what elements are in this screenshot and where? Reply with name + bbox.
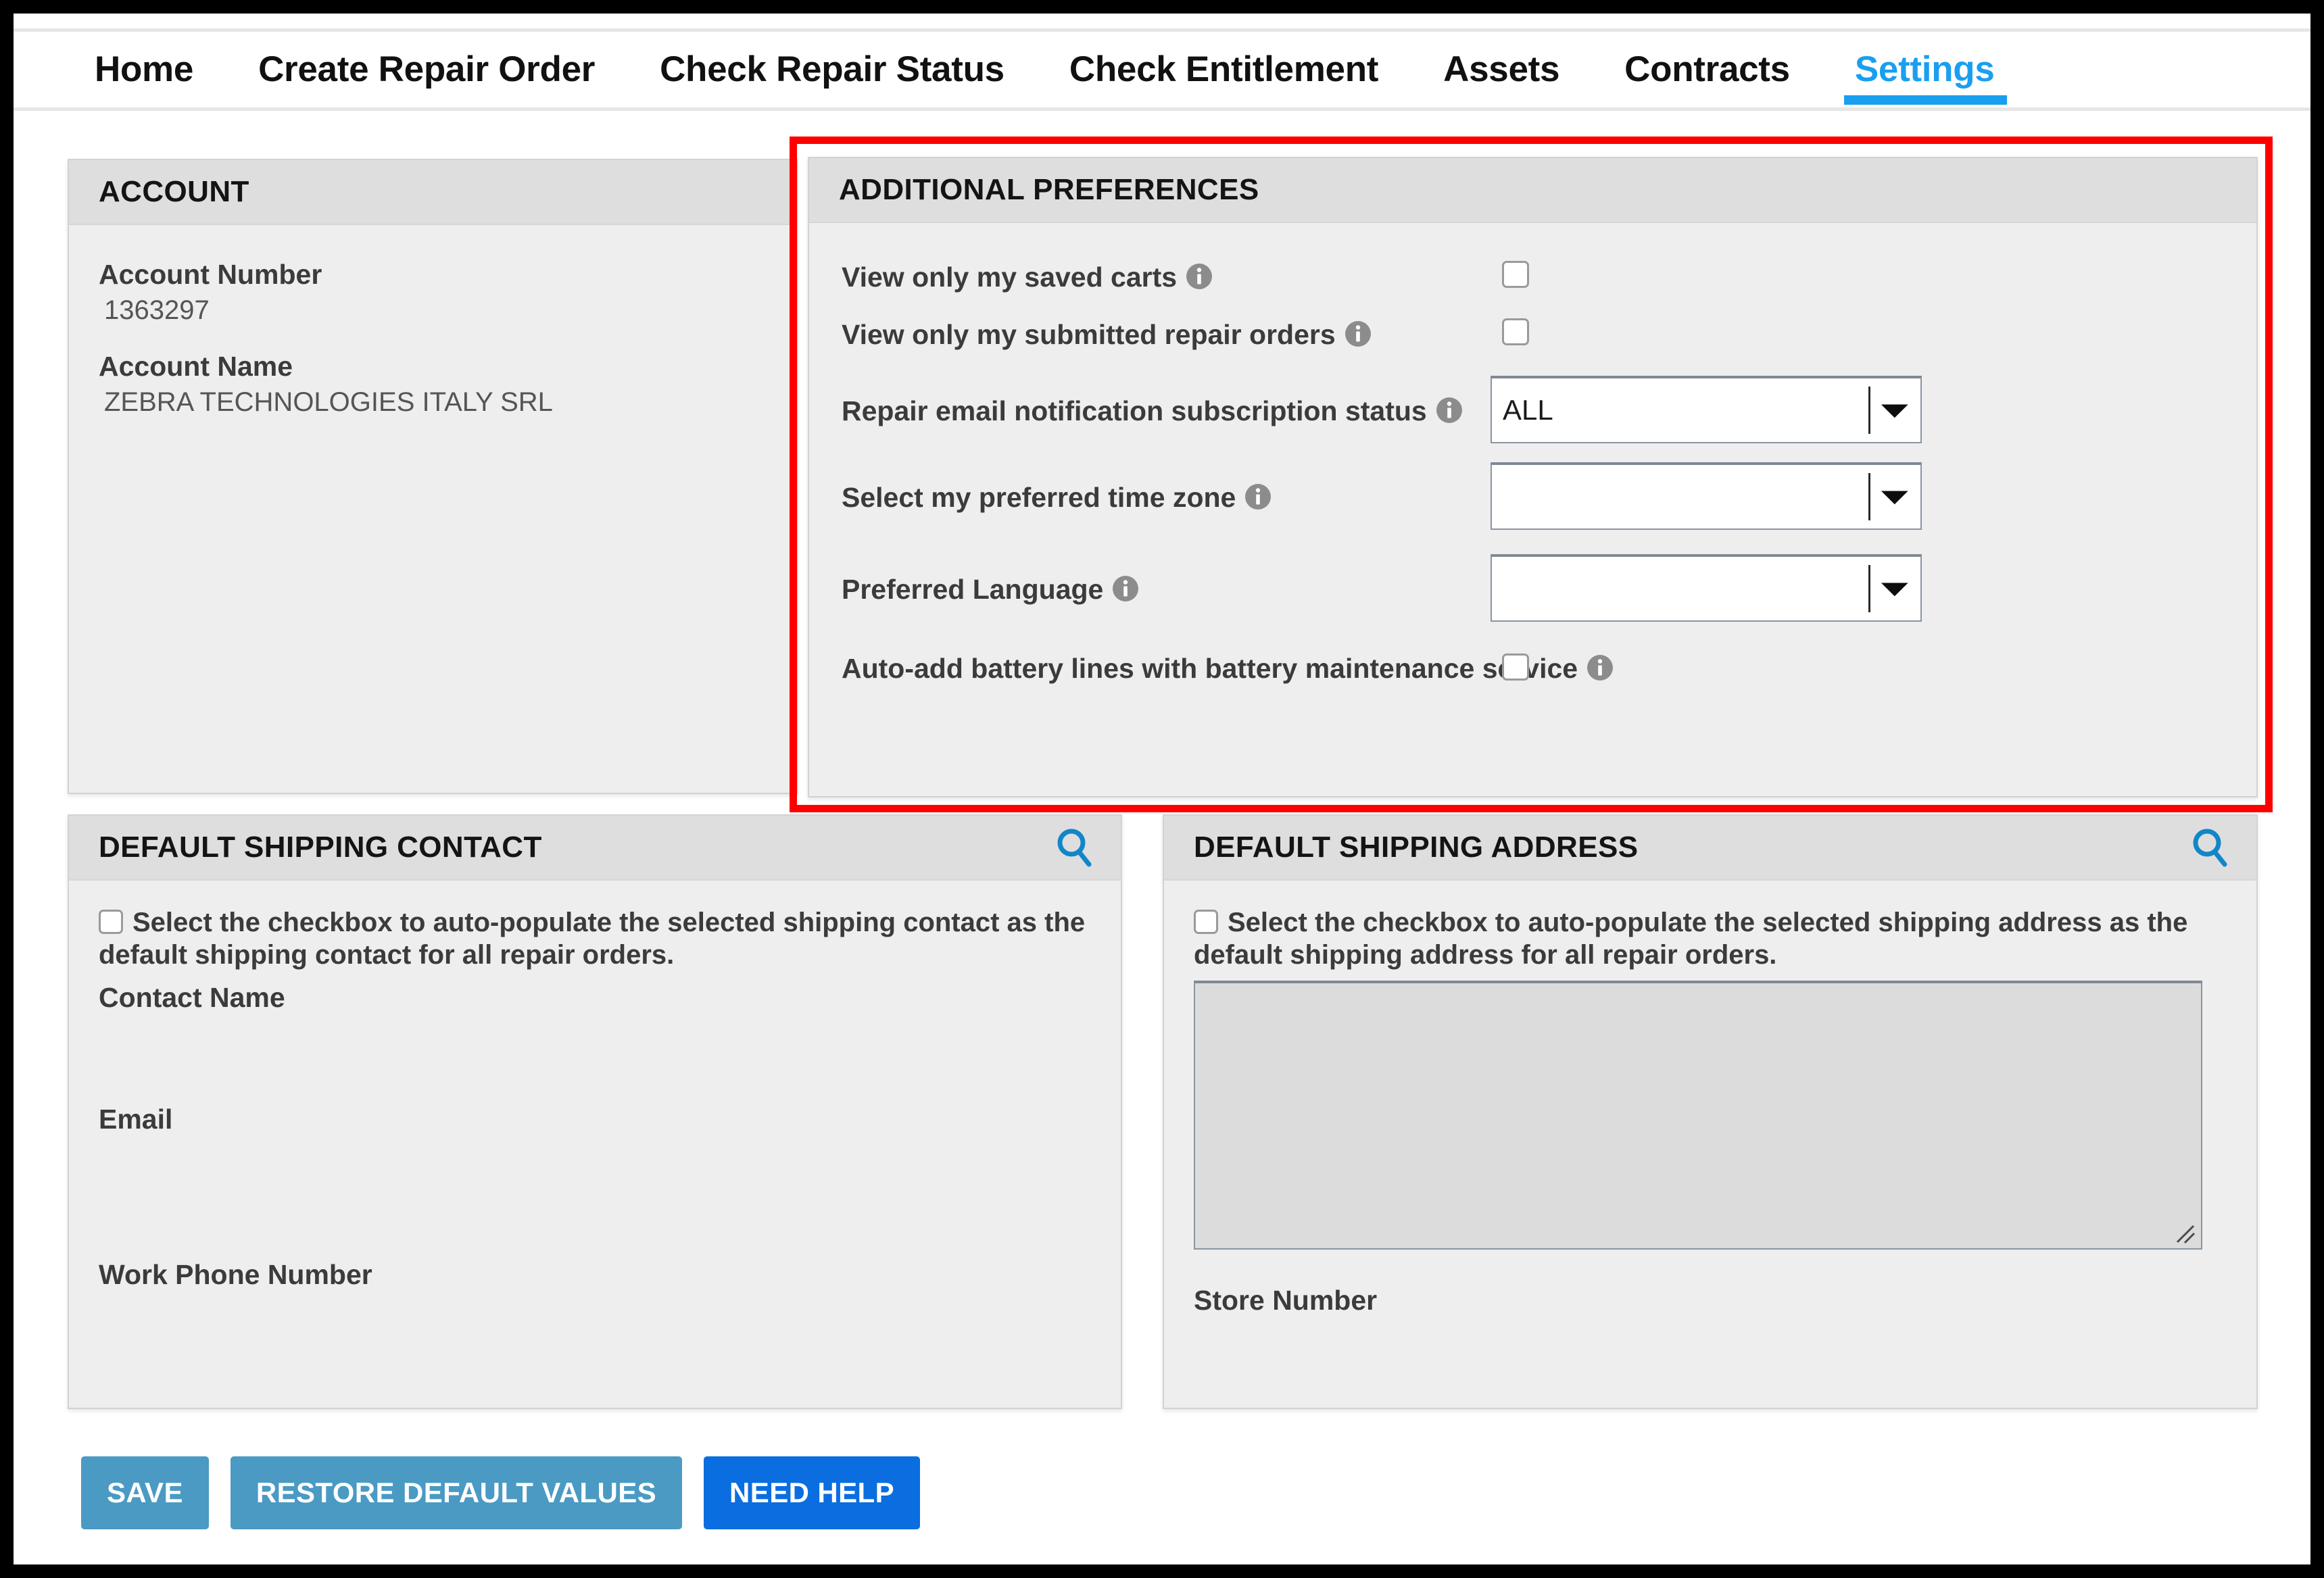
info-icon[interactable] [1185,262,1213,291]
action-button-bar: SAVE RESTORE DEFAULT VALUES NEED HELP [81,1456,942,1529]
search-icon[interactable] [1053,827,1095,868]
dropdown-preferred-language[interactable]: ⏷ [1491,554,1922,622]
pref-text-submitted-orders: View only my submitted repair orders [842,319,1336,350]
additional-preferences-panel: ADDITIONAL PREFERENCES View only my save… [808,157,2258,797]
pref-text-preferred-language: Preferred Language [842,574,1104,605]
store-number-label: Store Number [1194,1285,1378,1316]
contact-name-label: Contact Name [99,982,285,1013]
need-help-button[interactable]: NEED HELP [704,1456,921,1529]
pref-text-time-zone: Select my preferred time zone [842,482,1236,513]
checkbox-view-only-submitted-repair-orders[interactable] [1502,318,1529,345]
shipping-contact-header: DEFAULT SHIPPING CONTACT [69,816,1121,881]
dropdown-divider [1868,387,1870,434]
save-button[interactable]: SAVE [81,1456,209,1529]
account-panel-header: ACCOUNT [69,160,796,225]
pref-label-email-notification: Repair email notification subscription s… [842,393,1463,428]
checkbox-autopopulate-shipping-contact[interactable] [99,910,123,934]
pref-text-email-notification: Repair email notification subscription s… [842,395,1427,426]
shipping-contact-autopopulate-note: Select the checkbox to auto-populate the… [99,906,1096,971]
checkbox-autopopulate-shipping-address[interactable] [1194,910,1218,934]
screenshot-frame: Home Create Repair Order Check Repair St… [0,0,2324,1578]
account-panel: ACCOUNT Account Number 1363297 Account N… [68,159,798,794]
dropdown-repair-email-subscription-status[interactable]: ALL ⏷ [1491,376,1922,443]
nav-item-contracts[interactable]: Contracts [1624,32,1790,107]
account-name-label: Account Name [99,351,293,382]
pref-label-time-zone: Select my preferred time zone [842,480,1272,515]
nav-item-settings[interactable]: Settings [1843,32,2007,107]
search-icon[interactable] [2189,827,2231,868]
shipping-address-header: DEFAULT SHIPPING ADDRESS [1164,816,2256,881]
work-phone-number-label: Work Phone Number [99,1259,372,1290]
nav-item-assets[interactable]: Assets [1443,32,1559,107]
resize-handle-icon[interactable] [2173,1222,2196,1245]
default-shipping-address-panel: DEFAULT SHIPPING ADDRESS Select the chec… [1163,814,2258,1409]
email-label: Email [99,1104,173,1135]
account-number-label: Account Number [99,259,322,290]
pref-label-saved-carts: View only my saved carts [842,260,1213,295]
nav-list: Home Create Repair Order Check Repair St… [14,32,2007,107]
chevron-down-icon: ⏷ [1881,478,1908,516]
info-icon[interactable] [1344,320,1372,348]
app-page: Home Create Repair Order Check Repair St… [14,14,2310,1564]
dropdown-value-email-subscription: ALL [1503,394,1553,426]
info-icon[interactable] [1244,483,1272,511]
shipping-address-textarea[interactable] [1194,981,2202,1250]
dropdown-divider [1868,565,1870,612]
preferences-panel-header: ADDITIONAL PREFERENCES [809,158,2256,223]
pref-text-saved-carts: View only my saved carts [842,262,1178,293]
pref-label-submitted-orders: View only my submitted repair orders [842,317,1372,352]
shipping-contact-note-text: Select the checkbox to auto-populate the… [99,908,1086,970]
default-shipping-contact-panel: DEFAULT SHIPPING CONTACT Select the chec… [68,814,1122,1409]
info-icon[interactable] [1586,654,1614,682]
restore-default-values-button[interactable]: RESTORE DEFAULT VALUES [230,1456,683,1529]
nav-item-check-repair-status[interactable]: Check Repair Status [660,32,1004,107]
shipping-contact-title: DEFAULT SHIPPING CONTACT [99,831,542,864]
dropdown-preferred-time-zone[interactable]: ⏷ [1491,462,1922,530]
preferences-panel-title: ADDITIONAL PREFERENCES [839,173,1259,206]
chevron-down-icon: ⏷ [1881,391,1908,429]
chevron-down-icon: ⏷ [1881,570,1908,608]
shipping-address-value [1195,983,2201,1000]
account-name-value: ZEBRA TECHNOLOGIES ITALY SRL [104,387,553,417]
pref-text-auto-add-battery: Auto-add battery lines with battery main… [842,653,1578,684]
checkbox-view-only-saved-carts[interactable] [1502,261,1529,288]
nav-item-create-repair-order[interactable]: Create Repair Order [258,32,595,107]
account-panel-title: ACCOUNT [99,175,249,208]
pref-label-preferred-language: Preferred Language [842,572,1140,607]
info-icon[interactable] [1111,574,1140,603]
checkbox-auto-add-battery-lines[interactable] [1502,654,1529,681]
dropdown-divider [1868,473,1870,520]
info-icon[interactable] [1435,396,1463,424]
shipping-address-title: DEFAULT SHIPPING ADDRESS [1194,831,1639,864]
shipping-address-note-text: Select the checkbox to auto-populate the… [1194,908,2188,970]
nav-item-home[interactable]: Home [95,32,193,107]
nav-item-check-entitlement[interactable]: Check Entitlement [1069,32,1379,107]
account-number-value: 1363297 [104,295,210,325]
shipping-address-autopopulate-note: Select the checkbox to auto-populate the… [1194,906,2232,971]
main-navigation: Home Create Repair Order Check Repair St… [14,28,2310,111]
